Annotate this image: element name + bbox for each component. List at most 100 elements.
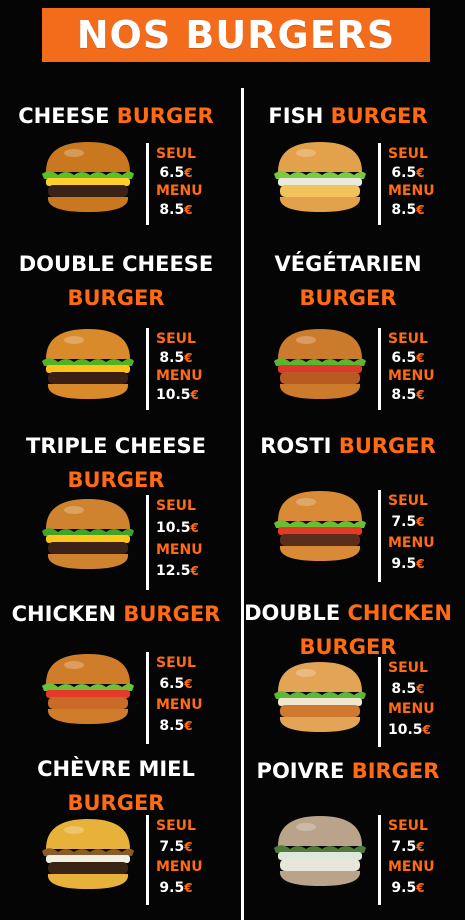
item-name-white: POIVRE (256, 759, 352, 783)
menu-label: MENU (388, 182, 435, 200)
price-divider (378, 490, 381, 582)
euro-symbol: € (190, 564, 199, 579)
burger-photo (270, 138, 370, 222)
menu-price: 10.5€ (388, 721, 431, 739)
item-name-white: DOUBLE (244, 601, 348, 625)
euro-symbol: € (190, 387, 199, 402)
burger-photo (270, 487, 370, 571)
price-divider (378, 143, 381, 225)
burger-image (274, 662, 366, 732)
menu-price: 9.5€ (388, 555, 428, 573)
seul-price-value: 6.5 (391, 164, 417, 181)
seul-price: 6.5€ (156, 164, 196, 182)
burger-photo (38, 650, 138, 734)
price-divider (146, 652, 149, 744)
euro-symbol: € (422, 722, 431, 737)
menu-price: 8.5€ (388, 386, 428, 404)
menu-label-value: MENU (388, 368, 435, 384)
item-name-orange: BURGER (338, 434, 436, 458)
menu-title-banner: NOS BURGERS (42, 8, 430, 62)
item-name-line2: BURGER (0, 282, 232, 315)
item-name-white: CHÈVRE MIEL (37, 757, 195, 781)
item-name-line2-text: BURGER (67, 468, 165, 492)
menu-price: 9.5€ (156, 879, 196, 897)
item-name-line2: BURGER (0, 464, 232, 497)
seul-label: SEUL (388, 492, 428, 510)
item-name-orange: BURGER (123, 602, 221, 626)
seul-price: 6.5€ (156, 675, 196, 693)
price-divider (146, 815, 149, 905)
seul-label-value: SEUL (156, 331, 196, 347)
seul-label-value: SEUL (388, 818, 428, 834)
menu-price-value: 9.5 (159, 879, 185, 896)
euro-symbol: € (184, 350, 193, 365)
euro-symbol: € (416, 557, 425, 571)
menu-price-value: 8.5 (159, 201, 185, 218)
item-name: POIVRE BIRGER (232, 755, 464, 788)
seul-label: SEUL (156, 654, 196, 672)
menu-price-value: 12.5 (156, 563, 191, 580)
menu-label-value: MENU (388, 701, 435, 717)
item-name: VÉGÉTARIEN (232, 248, 464, 281)
seul-price-value: 8.5 (391, 680, 417, 697)
item-name: TRIPLE CHEESE (0, 430, 232, 463)
menu-label: MENU (388, 700, 435, 718)
euro-symbol: € (416, 515, 425, 529)
euro-symbol: € (184, 719, 193, 733)
item-name-orange: BURGER (116, 104, 214, 128)
menu-price-value: 8.5 (159, 718, 185, 734)
burger-photo (38, 138, 138, 222)
euro-symbol: € (184, 677, 193, 691)
seul-price-value: 6.5 (159, 676, 185, 692)
menu-price: 10.5€ (156, 386, 199, 404)
burger-image (274, 491, 366, 561)
burger-photo (38, 495, 138, 579)
menu-label: MENU (156, 858, 203, 876)
item-name: CHEESE BURGER (0, 100, 232, 133)
menu-label: MENU (388, 858, 435, 876)
menu-label: MENU (156, 696, 203, 714)
item-name-white: FISH (268, 104, 331, 128)
seul-label-value: SEUL (388, 146, 428, 162)
item-name: CHÈVRE MIEL (0, 753, 232, 786)
menu-label: MENU (156, 541, 203, 559)
menu-label: MENU (388, 367, 435, 385)
seul-label-value: SEUL (388, 331, 428, 347)
euro-symbol: € (184, 202, 193, 217)
price-divider (146, 143, 149, 225)
item-name-white: CHICKEN (11, 602, 124, 626)
burger-photo (38, 325, 138, 409)
menu-price-value: 8.5 (391, 386, 417, 403)
item-name: DOUBLE CHEESE (0, 248, 232, 281)
seul-label: SEUL (156, 330, 196, 348)
seul-label-value: SEUL (388, 493, 428, 509)
euro-symbol: € (184, 165, 193, 180)
menu-label: MENU (156, 182, 203, 200)
burger-photo (270, 325, 370, 409)
euro-symbol: € (416, 681, 425, 696)
price-divider (378, 815, 381, 905)
seul-label: SEUL (388, 145, 428, 163)
item-name: DOUBLE CHICKEN (232, 597, 464, 630)
burger-image (42, 142, 134, 212)
item-name-line2: BURGER (232, 282, 464, 315)
item-name-white: ROSTI (260, 434, 339, 458)
seul-price: 8.5€ (156, 349, 196, 367)
seul-price-value: 7.5 (391, 838, 417, 855)
menu-label-value: MENU (388, 183, 435, 199)
menu-price-value: 8.5 (391, 201, 417, 218)
seul-price: 8.5€ (388, 680, 428, 698)
seul-label-value: SEUL (156, 655, 196, 671)
menu-label-value: MENU (156, 541, 203, 558)
menu-price: 9.5€ (388, 879, 428, 897)
menu-price-value: 10.5 (388, 721, 423, 738)
euro-symbol: € (190, 520, 199, 535)
euro-symbol: € (416, 202, 425, 217)
seul-label: SEUL (156, 817, 196, 835)
menu-price: 8.5€ (156, 201, 196, 219)
seul-label: SEUL (388, 817, 428, 835)
burger-image (42, 819, 134, 889)
burger-image (274, 816, 366, 886)
seul-price-value: 7.5 (391, 514, 417, 530)
seul-label: SEUL (388, 330, 428, 348)
